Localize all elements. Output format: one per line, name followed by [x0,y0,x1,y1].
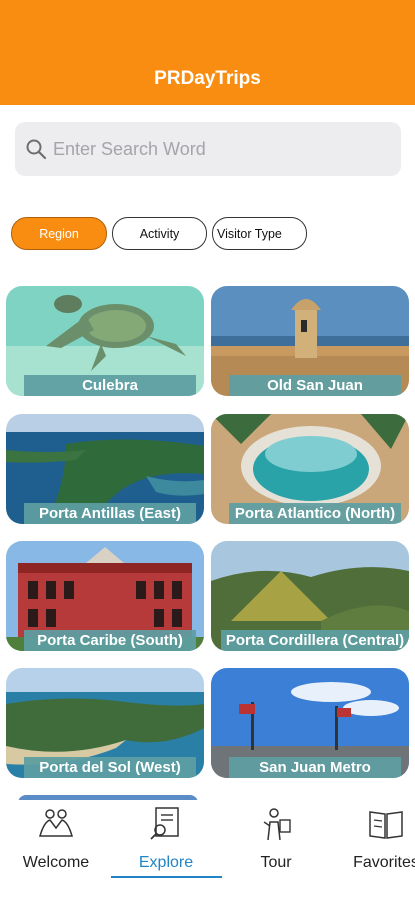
app-header: PRDayTrips [0,0,415,105]
explore-icon [150,807,179,840]
region-card-porta-antillas[interactable]: Porta Antillas (East) [6,414,204,524]
region-label: Porta Caribe (South) [24,630,196,651]
search-input[interactable] [53,138,383,160]
region-card-porta-atlantico[interactable]: Porta Atlantico (North) [211,414,409,524]
region-label: Porta Antillas (East) [24,503,196,524]
active-tab-indicator [111,876,222,878]
tab-explore[interactable]: Explore [111,806,221,872]
tab-label: Tour [260,854,292,871]
region-card-porta-caribe[interactable]: Porta Caribe (South) [6,541,204,651]
search-bar[interactable] [15,122,401,176]
filter-chips: Region Activity Visitor Type [11,217,307,250]
region-card-culebra[interactable]: Culebra [6,286,204,396]
region-card-porta-del-sol[interactable]: Porta del Sol (West) [6,668,204,778]
region-label: Porta Atlantico (North) [229,503,401,524]
bottom-tab-bar: Welcome Explore Tour Favorites [0,800,415,900]
filter-region[interactable]: Region [11,217,107,250]
region-card-san-juan-metro[interactable]: San Juan Metro [211,668,409,778]
tab-tour[interactable]: Tour [221,806,331,872]
tab-label: Explore [138,854,194,871]
search-icon [26,139,47,160]
filter-activity[interactable]: Activity [112,217,207,250]
filter-visitor-type[interactable]: Visitor Type [212,217,307,250]
tab-welcome[interactable]: Welcome [1,806,111,872]
tab-label: Welcome [22,854,90,871]
region-label: Porta Cordillera (Central) [221,630,409,651]
region-card-porta-cordillera[interactable]: Porta Cordillera (Central) [211,541,409,651]
region-label: Old San Juan [229,375,401,396]
region-card-old-san-juan[interactable]: Old San Juan [211,286,409,396]
region-label: San Juan Metro [229,757,401,778]
favorites-icon [369,811,403,839]
tab-favorites[interactable]: Favorites [331,806,415,872]
app-title: PRDayTrips [154,68,261,89]
welcome-icon [39,809,73,837]
region-label: Porta del Sol (West) [24,757,196,778]
tab-label: Favorites [353,854,415,871]
tour-icon [263,808,291,841]
region-label: Culebra [24,375,196,396]
